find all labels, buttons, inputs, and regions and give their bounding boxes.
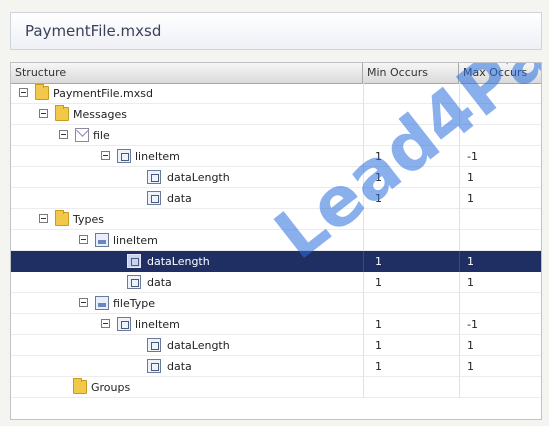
type-icon [95,233,109,247]
min-occurs-value[interactable]: 1 [375,272,382,293]
tree-row-label: lineItem [135,150,180,163]
tree-row-lineitem-2[interactable]: lineItem 1 -1 [11,314,541,335]
tree-row-label: lineItem [135,318,180,331]
max-occurs-value[interactable]: 1 [467,188,474,209]
max-occurs-value[interactable]: 1 [467,356,474,377]
max-occurs-value[interactable]: 1 [467,167,474,188]
tree-row-lineitem-type[interactable]: lineItem [11,230,541,251]
min-occurs-value[interactable]: 1 [375,314,382,335]
tree-row-label: data [167,192,192,205]
tree-row-file[interactable]: file [11,125,541,146]
table-header: Structure Min Occurs Max Occurs [11,63,541,84]
tree-row-datalength-selected[interactable]: dataLength 1 1 [11,251,541,272]
tree-row-label: data [147,276,172,289]
tree-row-label: fileType [113,297,156,310]
tree-row-label: PaymentFile.mxsd [53,87,153,100]
column-header-min-occurs[interactable]: Min Occurs [363,63,459,83]
element-icon [147,191,161,205]
tree-row-label: dataLength [167,171,230,184]
tree-row-data[interactable]: data 1 1 [11,188,541,209]
collapse-toggle[interactable] [101,319,110,328]
tree-row-groups[interactable]: Groups [11,377,541,398]
element-icon [127,275,141,289]
collapse-toggle[interactable] [79,298,88,307]
column-header-max-occurs[interactable]: Max Occurs [459,63,541,83]
min-occurs-value[interactable]: 1 [375,167,382,188]
element-icon [147,359,161,373]
tree-row-datalength[interactable]: dataLength 1 1 [11,167,541,188]
min-occurs-value[interactable]: 1 [375,356,382,377]
tree-row-label: dataLength [147,255,210,268]
editor-title: PaymentFile.mxsd [25,22,162,40]
tree-row-filetype[interactable]: fileType [11,293,541,314]
envelope-icon [75,128,89,142]
max-occurs-value[interactable]: 1 [467,272,474,293]
editor-title-bar: PaymentFile.mxsd [10,12,542,50]
tree-row-messages[interactable]: Messages [11,104,541,125]
element-icon [117,317,131,331]
tree-row-lineitem[interactable]: lineItem 1 -1 [11,146,541,167]
type-icon [95,296,109,310]
tree-row-label: lineItem [113,234,158,247]
max-occurs-value[interactable]: -1 [467,314,478,335]
collapse-toggle[interactable] [19,88,28,97]
tree-row-types[interactable]: Types [11,209,541,230]
structure-tree-table[interactable]: Structure Min Occurs Max Occurs PaymentF… [10,62,542,420]
element-icon [127,254,141,268]
element-icon [147,170,161,184]
tree-row-label: data [167,360,192,373]
tree-row-data-2[interactable]: data 1 1 [11,272,541,293]
tree-row-paymentfile[interactable]: PaymentFile.mxsd [11,83,541,104]
folder-icon [35,84,49,100]
tree-row-label: file [93,129,110,142]
tree-row-label: Messages [73,108,127,121]
folder-icon [55,105,69,121]
max-occurs-value[interactable]: -1 [467,146,478,167]
folder-icon [55,210,69,226]
max-occurs-value[interactable]: 1 [467,335,474,356]
collapse-toggle[interactable] [79,235,88,244]
max-occurs-value[interactable]: 1 [467,251,474,272]
collapse-toggle[interactable] [39,214,48,223]
min-occurs-value[interactable]: 1 [375,335,382,356]
tree-row-datalength-2[interactable]: dataLength 1 1 [11,335,541,356]
tree-row-data-3[interactable]: data 1 1 [11,356,541,377]
folder-icon [73,378,87,394]
tree-row-label: Types [73,213,104,226]
element-icon [117,149,131,163]
tree-row-label: dataLength [167,339,230,352]
min-occurs-value[interactable]: 1 [375,188,382,209]
collapse-toggle[interactable] [59,130,68,139]
element-icon [147,338,161,352]
collapse-toggle[interactable] [101,151,110,160]
min-occurs-value[interactable]: 1 [375,146,382,167]
tree-row-label: Groups [91,381,131,394]
min-occurs-value[interactable]: 1 [375,251,382,272]
collapse-toggle[interactable] [39,109,48,118]
column-header-structure[interactable]: Structure [11,63,363,83]
